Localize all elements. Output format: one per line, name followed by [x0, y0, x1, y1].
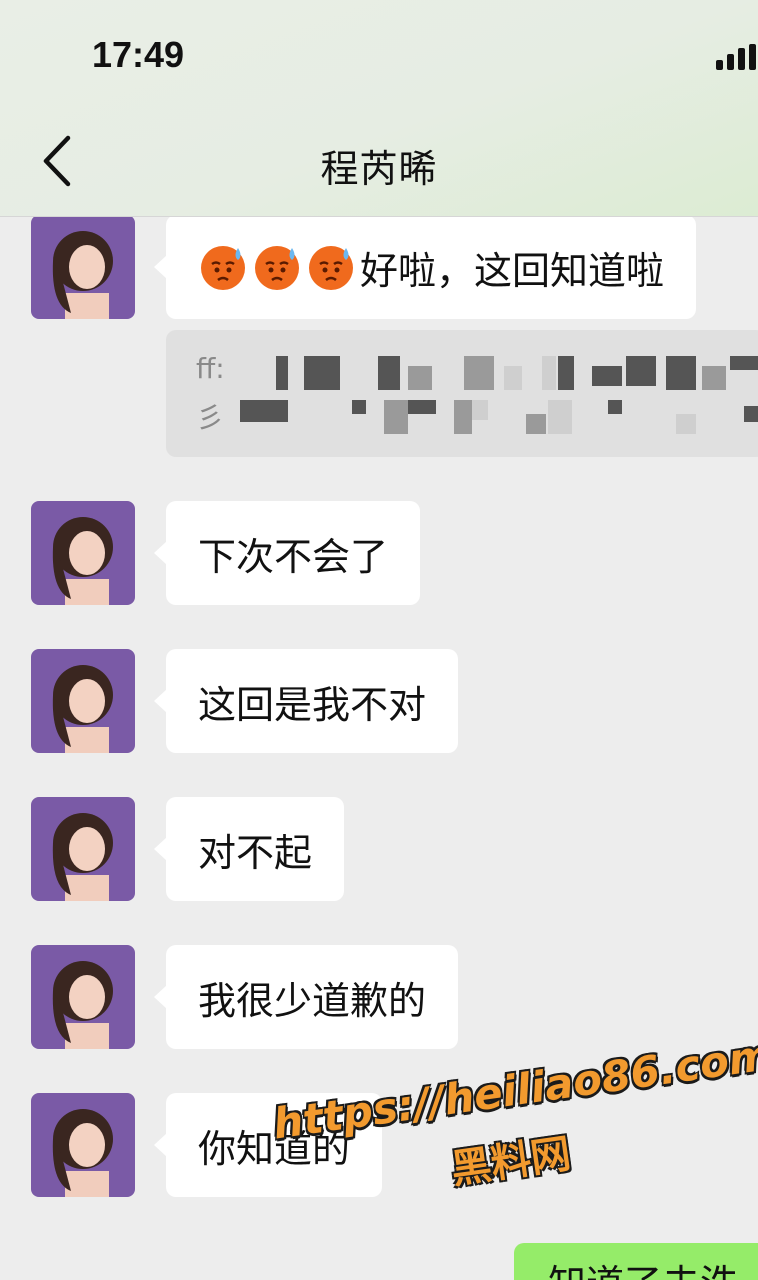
status-time: 17:49	[92, 34, 185, 75]
message-bubble[interactable]: 好啦，这回知道啦	[153, 215, 697, 319]
sweat-emoji-icon	[198, 242, 248, 292]
watermark-name: 黑料网	[448, 1130, 574, 1194]
message-bubble[interactable]: 对不起	[153, 797, 345, 901]
message-text: 下次不会了	[198, 534, 389, 579]
quote-line: ff:	[196, 352, 758, 396]
message-bubble[interactable]: 下次不会了	[153, 501, 421, 605]
top-bar: 17:49 程芮晞	[0, 0, 758, 217]
message-text: 知道了去洗	[548, 1262, 738, 1280]
message-text: 好啦，这回知道啦	[360, 248, 665, 293]
avatar[interactable]	[31, 649, 135, 753]
avatar[interactable]	[31, 501, 135, 605]
sweat-emoji-icon	[252, 242, 302, 292]
avatar[interactable]	[31, 1093, 135, 1197]
avatar[interactable]	[31, 945, 135, 1049]
quote-prefix: 彡	[196, 401, 225, 434]
message-text: 这回是我不对	[198, 682, 427, 727]
quote-line: 彡	[196, 396, 758, 440]
message-text: 对不起	[198, 830, 313, 875]
signal-icon	[716, 44, 756, 70]
avatar[interactable]	[31, 215, 135, 319]
sweat-emoji-icon	[306, 242, 356, 292]
sent-message-bubble[interactable]: 知道了去洗	[514, 1243, 758, 1280]
quoted-message[interactable]: ff: 彡	[166, 330, 758, 457]
quote-prefix: ff:	[196, 352, 225, 385]
chat-title[interactable]: 程芮晞	[0, 138, 758, 193]
message-bubble[interactable]: 我很少道歉的	[153, 945, 459, 1049]
avatar[interactable]	[31, 797, 135, 901]
message-bubble[interactable]: 这回是我不对	[153, 649, 459, 753]
message-text: 我很少道歉的	[198, 978, 427, 1023]
